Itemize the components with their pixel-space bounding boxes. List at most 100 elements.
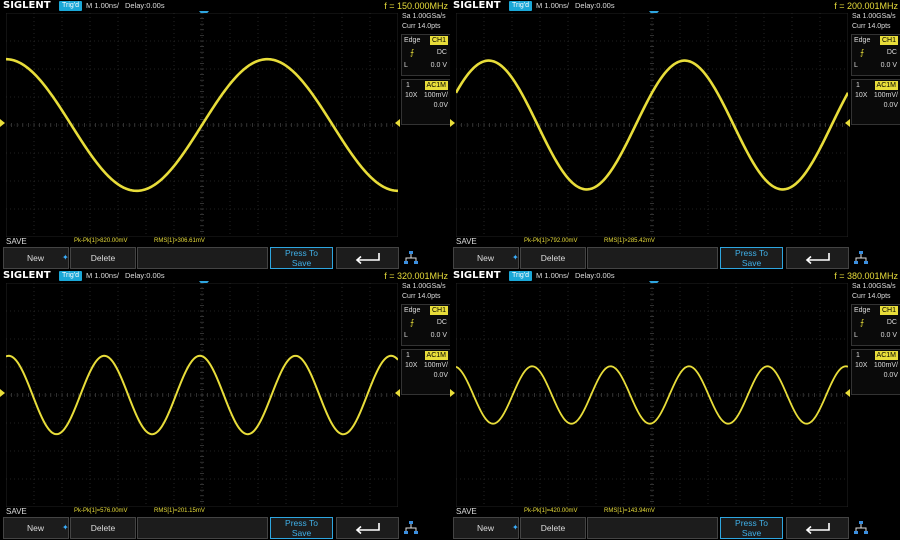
trigger-info-box[interactable]: Edge CH1 ⨍ DC L 0.0 V (851, 304, 900, 346)
press-to-save-button[interactable]: Press To Save (720, 247, 783, 269)
save-label: Save (741, 258, 762, 268)
scope-panel-2: SIGLENT Trig'd M 1.00ns/ Delay:0.00s f =… (450, 0, 900, 270)
press-to-save-button[interactable]: Press To Save (270, 517, 333, 539)
sample-rate-label: Sa 1.00GSa/s (852, 13, 896, 20)
probe-attenuation: 10X (405, 362, 418, 369)
delete-button-label: Delete (90, 523, 116, 533)
new-button[interactable]: New ✦ (453, 517, 519, 539)
new-button-label: New (27, 253, 45, 263)
timebase-readout[interactable]: M 1.00ns/ (86, 270, 119, 282)
channel-number: 1 (406, 82, 410, 89)
delay-readout[interactable]: Delay:0.00s (125, 0, 165, 12)
trigger-info-box[interactable]: Edge CH1 ⨍ DC L 0.0 V (401, 304, 450, 346)
trigger-coupling-label: DC (886, 319, 897, 326)
timebase-readout[interactable]: M 1.00ns/ (536, 270, 569, 282)
press-to-save-button[interactable]: Press To Save (270, 247, 333, 269)
empty-softkey[interactable] (587, 247, 718, 269)
sample-rate-label: Sa 1.00GSa/s (402, 283, 446, 290)
return-arrow-icon (805, 253, 830, 265)
empty-softkey[interactable] (137, 247, 268, 269)
waveform-graticule (6, 13, 398, 237)
delay-readout[interactable]: Delay:0.00s (575, 270, 615, 282)
delete-button-label: Delete (540, 253, 566, 263)
network-icon[interactable] (403, 520, 419, 536)
network-icon[interactable] (403, 250, 419, 266)
channel-info-box[interactable]: 1 AC1M 10X 100mV/ 0.0V (401, 349, 450, 395)
waveform-display[interactable] (456, 13, 848, 237)
trigger-level-value: 0.0 V (880, 62, 897, 69)
trigger-coupling-label: DC (436, 319, 447, 326)
new-button[interactable]: New ✦ (3, 517, 69, 539)
trigger-level-value: 0.0 V (430, 62, 447, 69)
channel-coupling-badge: AC1M (424, 351, 448, 360)
waveform-display[interactable] (456, 283, 848, 507)
knob-icon: ✦ (62, 253, 69, 262)
save-label: Save (291, 258, 312, 268)
new-button-label: New (477, 523, 495, 533)
channel-number: 1 (856, 352, 860, 359)
network-icon[interactable] (853, 520, 869, 536)
network-icon[interactable] (853, 250, 869, 266)
trigger-info-box[interactable]: Edge CH1 ⨍ DC L 0.0 V (851, 34, 900, 76)
menu-title: SAVE (456, 507, 477, 516)
trigger-status-badge: Trig'd (509, 271, 533, 281)
channel-info-box[interactable]: 1 AC1M 10X 100mV/ 0.0V (851, 349, 900, 395)
channel-offset-marker-icon[interactable] (0, 389, 5, 397)
delete-button[interactable]: Delete (520, 247, 586, 269)
menu-bar: SAVE Pk-Pk[1]=576.00mV RMS[1]=201.15mV N… (0, 507, 450, 540)
delete-button[interactable]: Delete (70, 517, 136, 539)
press-to-label: Press To (285, 518, 318, 528)
probe-attenuation: 10X (405, 92, 418, 99)
back-button[interactable] (786, 247, 849, 269)
save-label: Save (291, 528, 312, 538)
trigger-level-label: L (404, 62, 408, 69)
frequency-readout: f = 150.000MHz (384, 1, 448, 11)
vertical-offset: 0.0V (883, 372, 898, 379)
press-to-save-button[interactable]: Press To Save (720, 517, 783, 539)
channel-offset-marker-icon[interactable] (0, 119, 5, 127)
scope-panel-3: SIGLENT Trig'd M 1.00ns/ Delay:0.00s f =… (0, 270, 450, 540)
waveform-display[interactable] (6, 283, 398, 507)
delete-button[interactable]: Delete (70, 247, 136, 269)
rms-measurement: RMS[1]=143.94mV (604, 508, 655, 514)
back-button[interactable] (336, 247, 399, 269)
vertical-offset: 0.0V (433, 102, 448, 109)
return-arrow-icon (805, 523, 830, 535)
trigger-level-label: L (404, 332, 408, 339)
vertical-offset: 0.0V (883, 102, 898, 109)
pkpk-measurement: Pk-Pk[1]=420.00mV (524, 508, 578, 514)
trigger-info-box[interactable]: Edge CH1 ⨍ DC L 0.0 V (401, 34, 450, 76)
channel-offset-marker-icon[interactable] (450, 119, 455, 127)
delete-button[interactable]: Delete (520, 517, 586, 539)
sample-rate-label: Sa 1.00GSa/s (852, 283, 896, 290)
current-points-label: Curr 14.0pts (402, 23, 441, 30)
empty-softkey[interactable] (587, 517, 718, 539)
back-button[interactable] (786, 517, 849, 539)
menu-bar: SAVE Pk-Pk[1]=420.00mV RMS[1]=143.94mV N… (450, 507, 900, 540)
channel-offset-marker-icon[interactable] (450, 389, 455, 397)
vertical-scale: 100mV/ (873, 92, 898, 99)
new-button[interactable]: New ✦ (3, 247, 69, 269)
new-button-label: New (477, 253, 495, 263)
channel-number: 1 (406, 352, 410, 359)
waveform-graticule (456, 13, 848, 237)
delay-readout[interactable]: Delay:0.00s (125, 270, 165, 282)
channel-info-box[interactable]: 1 AC1M 10X 100mV/ 0.0V (851, 79, 900, 125)
knob-icon: ✦ (512, 523, 519, 532)
rms-measurement: RMS[1]=201.15mV (154, 508, 205, 514)
trigger-type-label: Edge (854, 37, 871, 44)
delay-readout[interactable]: Delay:0.00s (575, 0, 615, 12)
delete-button-label: Delete (540, 523, 566, 533)
vertical-scale: 100mV/ (873, 362, 898, 369)
empty-softkey[interactable] (137, 517, 268, 539)
timebase-readout[interactable]: M 1.00ns/ (86, 0, 119, 12)
timebase-readout[interactable]: M 1.00ns/ (536, 0, 569, 12)
new-button[interactable]: New ✦ (453, 247, 519, 269)
menu-bar: SAVE Pk-Pk[1]>820.00mV RMS[1]>306.61mV N… (0, 237, 450, 270)
back-button[interactable] (336, 517, 399, 539)
knob-icon: ✦ (512, 253, 519, 262)
frequency-readout: f = 320.001MHz (384, 271, 448, 281)
current-points-label: Curr 14.0pts (402, 293, 441, 300)
channel-info-box[interactable]: 1 AC1M 10X 100mV/ 0.0V (401, 79, 450, 125)
waveform-display[interactable] (6, 13, 398, 237)
